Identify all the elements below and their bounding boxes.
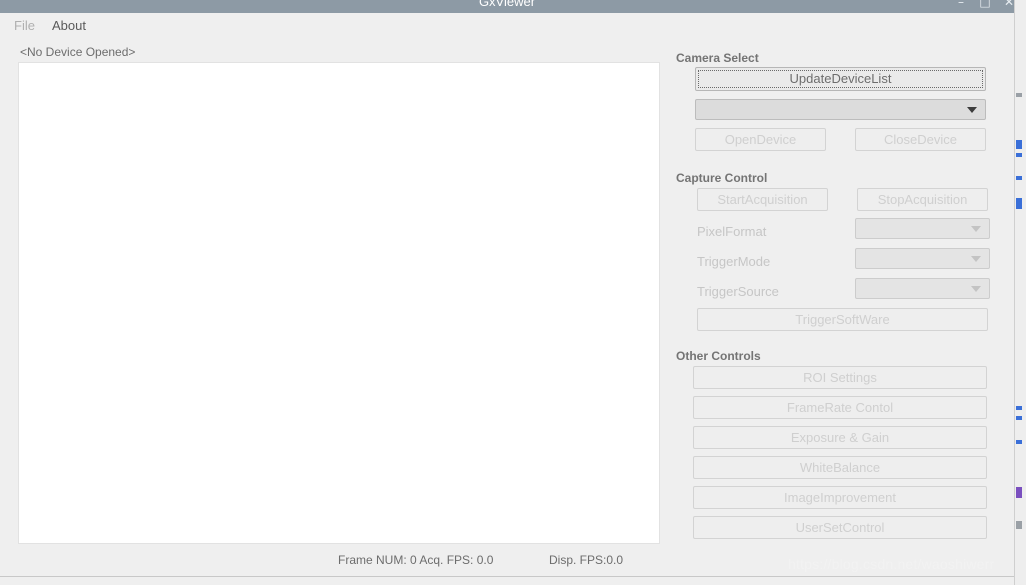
menu-item-about[interactable]: About: [44, 13, 94, 39]
user-set-control-button[interactable]: UserSetControl: [693, 516, 987, 539]
group-title-camera-select: Camera Select: [676, 51, 759, 65]
display-fps-text: Disp. FPS:0.0: [549, 553, 624, 567]
trigger-source-label: TriggerSource: [697, 284, 779, 299]
frame-stats-text: Frame NUM: 0 Acq. FPS: 0.0: [338, 553, 494, 567]
roi-settings-button[interactable]: ROI Settings: [693, 366, 987, 389]
title-bar[interactable]: GxViewer – □ ✕: [0, 0, 1014, 13]
pixel-format-label: PixelFormat: [697, 224, 767, 239]
image-improvement-label: ImageImprovement: [784, 490, 896, 505]
pixel-format-combo[interactable]: [855, 218, 990, 239]
open-device-label: OpenDevice: [724, 132, 797, 147]
exposure-gain-label: Exposure & Gain: [790, 430, 890, 445]
trigger-mode-label: TriggerMode: [697, 254, 771, 269]
device-status-label: <No Device Opened>: [20, 45, 136, 59]
stop-acquisition-button[interactable]: StopAcquisition: [857, 188, 988, 211]
start-acquisition-button[interactable]: StartAcquisition: [697, 188, 828, 211]
trigger-software-label: TriggerSoftWare: [795, 312, 890, 327]
chevron-down-icon: [971, 285, 981, 292]
bg-text-fragment: [1016, 140, 1022, 149]
stop-acquisition-label: StopAcquisition: [877, 192, 968, 207]
bg-text-fragment: [1016, 153, 1022, 157]
window-title: GxViewer: [478, 0, 536, 9]
image-display-area[interactable]: [18, 62, 660, 544]
pixel-format-value: [863, 219, 965, 238]
chevron-down-icon: [971, 225, 981, 232]
close-device-label: CloseDevice: [884, 132, 957, 147]
watermark-text: https://blog.csdn.net/waoshiwerr: [788, 556, 995, 572]
chevron-down-icon: [971, 255, 981, 262]
bg-text-fragment: [1016, 521, 1022, 529]
menu-item-file[interactable]: File: [6, 13, 43, 39]
open-device-button[interactable]: OpenDevice: [695, 128, 826, 151]
bg-text-fragment: [1016, 406, 1022, 410]
minimize-icon[interactable]: –: [952, 0, 970, 10]
device-select-value: [703, 100, 961, 119]
bg-text-fragment: [1016, 93, 1022, 97]
group-title-other-controls: Other Controls: [676, 349, 761, 363]
exposure-gain-button[interactable]: Exposure & Gain: [693, 426, 987, 449]
device-select-combo[interactable]: [695, 99, 986, 120]
user-set-control-label: UserSetControl: [795, 520, 885, 535]
close-device-button[interactable]: CloseDevice: [855, 128, 986, 151]
white-balance-label: WhiteBalance: [799, 460, 881, 475]
trigger-source-value: [863, 279, 965, 298]
roi-settings-label: ROI Settings: [803, 370, 877, 385]
image-improvement-button[interactable]: ImageImprovement: [693, 486, 987, 509]
gxviewer-window: GxViewer – □ ✕ File About <No Device Ope…: [0, 0, 1014, 585]
group-title-capture-control: Capture Control: [676, 171, 768, 185]
trigger-software-button[interactable]: TriggerSoftWare: [697, 308, 988, 331]
bg-text-fragment: [1016, 440, 1022, 444]
bg-text-fragment: [1016, 198, 1022, 209]
menu-bar: File About: [0, 13, 1014, 39]
framerate-control-button[interactable]: FrameRate Contol: [693, 396, 987, 419]
bg-text-fragment: [1016, 176, 1022, 180]
white-balance-button[interactable]: WhiteBalance: [693, 456, 987, 479]
update-device-list-button[interactable]: UpdateDeviceList: [695, 67, 986, 91]
trigger-mode-combo[interactable]: [855, 248, 990, 269]
close-icon[interactable]: ✕: [1000, 0, 1014, 10]
bg-text-fragment: [1016, 416, 1022, 420]
trigger-mode-value: [863, 249, 965, 268]
background-window-sliver[interactable]: [1014, 0, 1026, 585]
maximize-icon[interactable]: □: [976, 0, 994, 10]
start-acquisition-label: StartAcquisition: [717, 192, 808, 207]
chevron-down-icon: [967, 106, 977, 113]
framerate-control-label: FrameRate Contol: [786, 400, 894, 415]
update-device-list-label: UpdateDeviceList: [789, 71, 892, 86]
bg-text-fragment: [1016, 487, 1022, 498]
trigger-source-combo[interactable]: [855, 278, 990, 299]
